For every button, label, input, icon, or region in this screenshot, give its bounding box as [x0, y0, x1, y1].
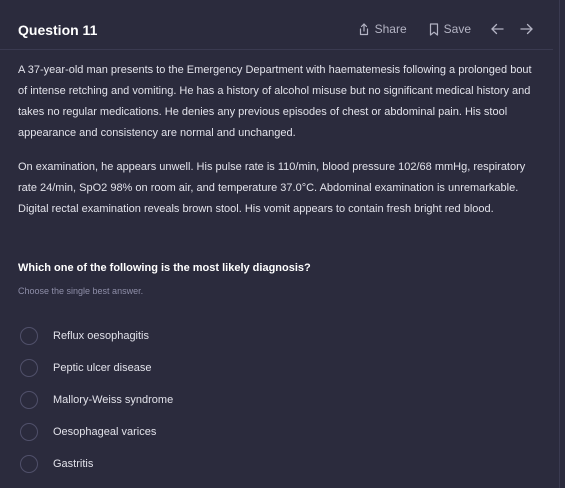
option-reflux-oesophagitis[interactable]: Reflux oesophagitis — [20, 320, 173, 352]
question-stem-paragraph-1: A 37-year-old man presents to the Emerge… — [18, 64, 532, 139]
header-divider — [0, 49, 553, 50]
answer-options: Reflux oesophagitis Peptic ulcer disease… — [20, 320, 173, 480]
share-icon — [359, 22, 368, 35]
radio-button[interactable] — [20, 455, 38, 473]
question-panel: Question 11 Share Save A 37-year-old man… — [0, 0, 560, 488]
question-header: Question 11 Share Save — [18, 20, 533, 42]
arrow-left-icon — [491, 23, 504, 35]
next-button[interactable] — [520, 23, 533, 35]
radio-button[interactable] — [20, 359, 38, 377]
save-label: Save — [443, 22, 471, 36]
bookmark-icon — [429, 22, 438, 36]
question-title: Question 11 — [18, 22, 98, 38]
option-label: Peptic ulcer disease — [53, 362, 152, 374]
header-actions: Share Save — [358, 22, 533, 36]
option-label: Reflux oesophagitis — [53, 330, 150, 342]
radio-button[interactable] — [20, 327, 38, 345]
save-button[interactable]: Save — [429, 22, 471, 36]
option-mallory-weiss-syndrome[interactable]: Mallory-Weiss syndrome — [20, 384, 173, 416]
radio-button[interactable] — [20, 391, 38, 409]
arrow-right-icon — [520, 23, 533, 35]
answer-hint: Choose the single best answer. — [18, 286, 144, 296]
option-gastritis[interactable]: Gastritis — [20, 448, 173, 480]
option-label: Oesophageal varices — [53, 426, 157, 438]
option-peptic-ulcer-disease[interactable]: Peptic ulcer disease — [20, 352, 173, 384]
option-label: Gastritis — [53, 458, 94, 470]
share-label: Share — [374, 22, 407, 36]
radio-button[interactable] — [20, 423, 38, 441]
previous-button[interactable] — [491, 23, 504, 35]
option-label: Mallory-Weiss syndrome — [53, 394, 174, 406]
question-prompt: Which one of the following is the most l… — [18, 262, 311, 274]
question-stem-paragraph-2: On examination, he appears unwell. His p… — [18, 161, 526, 215]
option-oesophageal-varices[interactable]: Oesophageal varices — [20, 416, 173, 448]
share-button[interactable]: Share — [358, 22, 407, 36]
